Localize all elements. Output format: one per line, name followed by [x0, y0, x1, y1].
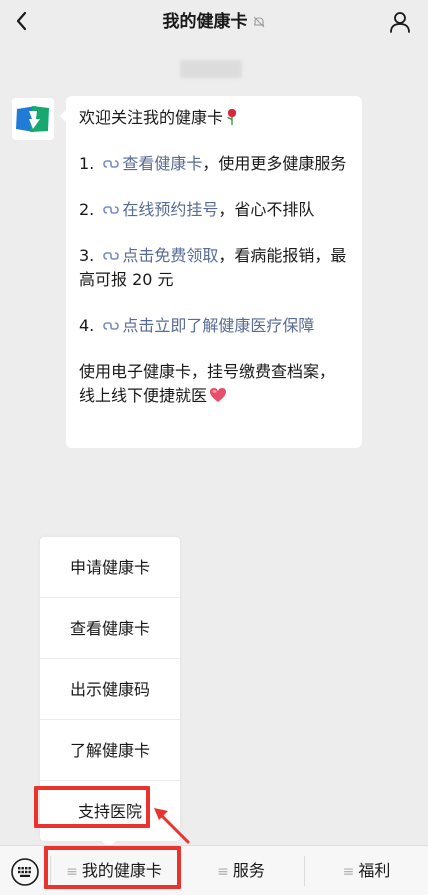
- annotation-arrow-icon: [154, 808, 190, 844]
- menu-tab-services[interactable]: ≡ 服务: [178, 846, 304, 895]
- submenu-popup: 申请健康卡 查看健康卡 出示健康码 了解健康卡 支持医院: [40, 537, 180, 848]
- online-appointment-link[interactable]: 在线预约挂号: [122, 200, 218, 219]
- list-item: 3. 点击免费领取，看病能报销，最高可报 20 元: [79, 246, 347, 289]
- menu-lines-icon: ≡: [66, 864, 78, 880]
- list-item: 1. 查看健康卡，使用更多健康服务: [79, 154, 347, 173]
- chat-header: 我的健康卡: [0, 0, 428, 44]
- insurance-info-link[interactable]: 点击立即了解健康医疗保障: [122, 316, 314, 335]
- mini-program-icon: [102, 200, 120, 218]
- greeting-text: 欢迎关注我的健康卡: [79, 108, 224, 127]
- view-card-link[interactable]: 查看健康卡: [122, 154, 202, 173]
- page-title: 我的健康卡: [162, 12, 248, 32]
- list-item: 2. 在线预约挂号，省心不排队: [79, 200, 315, 219]
- keyboard-icon: [11, 858, 39, 886]
- list-item: 4. 点击立即了解健康医疗保障: [79, 316, 315, 335]
- submenu-item-view-card[interactable]: 查看健康卡: [40, 598, 180, 659]
- mini-program-icon: [102, 316, 120, 334]
- rose-emoji-icon: [225, 108, 239, 126]
- bottom-menu-bar: ≡ 我的健康卡 ≡ 服务 ≡ 福利: [0, 845, 428, 895]
- menu-tab-my-health-card[interactable]: ≡ 我的健康卡: [51, 846, 177, 895]
- bell-muted-icon: [252, 12, 266, 36]
- keyboard-toggle-button[interactable]: [10, 857, 40, 887]
- submenu-item-show-code[interactable]: 出示健康码: [40, 659, 180, 720]
- heart-emoji-icon: [208, 386, 228, 404]
- menu-lines-icon: ≡: [342, 864, 355, 880]
- person-icon: [390, 12, 410, 33]
- submenu-item-learn-card[interactable]: 了解健康卡: [40, 720, 180, 781]
- mini-program-icon: [102, 246, 120, 264]
- mini-program-icon: [102, 154, 120, 172]
- blurred-timestamp: [180, 60, 242, 78]
- profile-button[interactable]: [386, 8, 414, 36]
- account-avatar[interactable]: [12, 98, 54, 140]
- submenu-item-apply-card[interactable]: 申请健康卡: [40, 537, 180, 598]
- health-card-logo-icon: [12, 98, 54, 140]
- welcome-message: 欢迎关注我的健康卡 1. 查看健康卡，使用更多健康服务 2. 在线预约挂号，省心…: [60, 96, 362, 448]
- menu-tab-benefits[interactable]: ≡ 福利: [305, 846, 428, 895]
- menu-lines-icon: ≡: [217, 864, 229, 880]
- free-claim-link[interactable]: 点击免费领取: [122, 246, 218, 265]
- footer-text: 使用电子健康卡，挂号缴费查档案，线上线下便捷就医: [79, 362, 336, 405]
